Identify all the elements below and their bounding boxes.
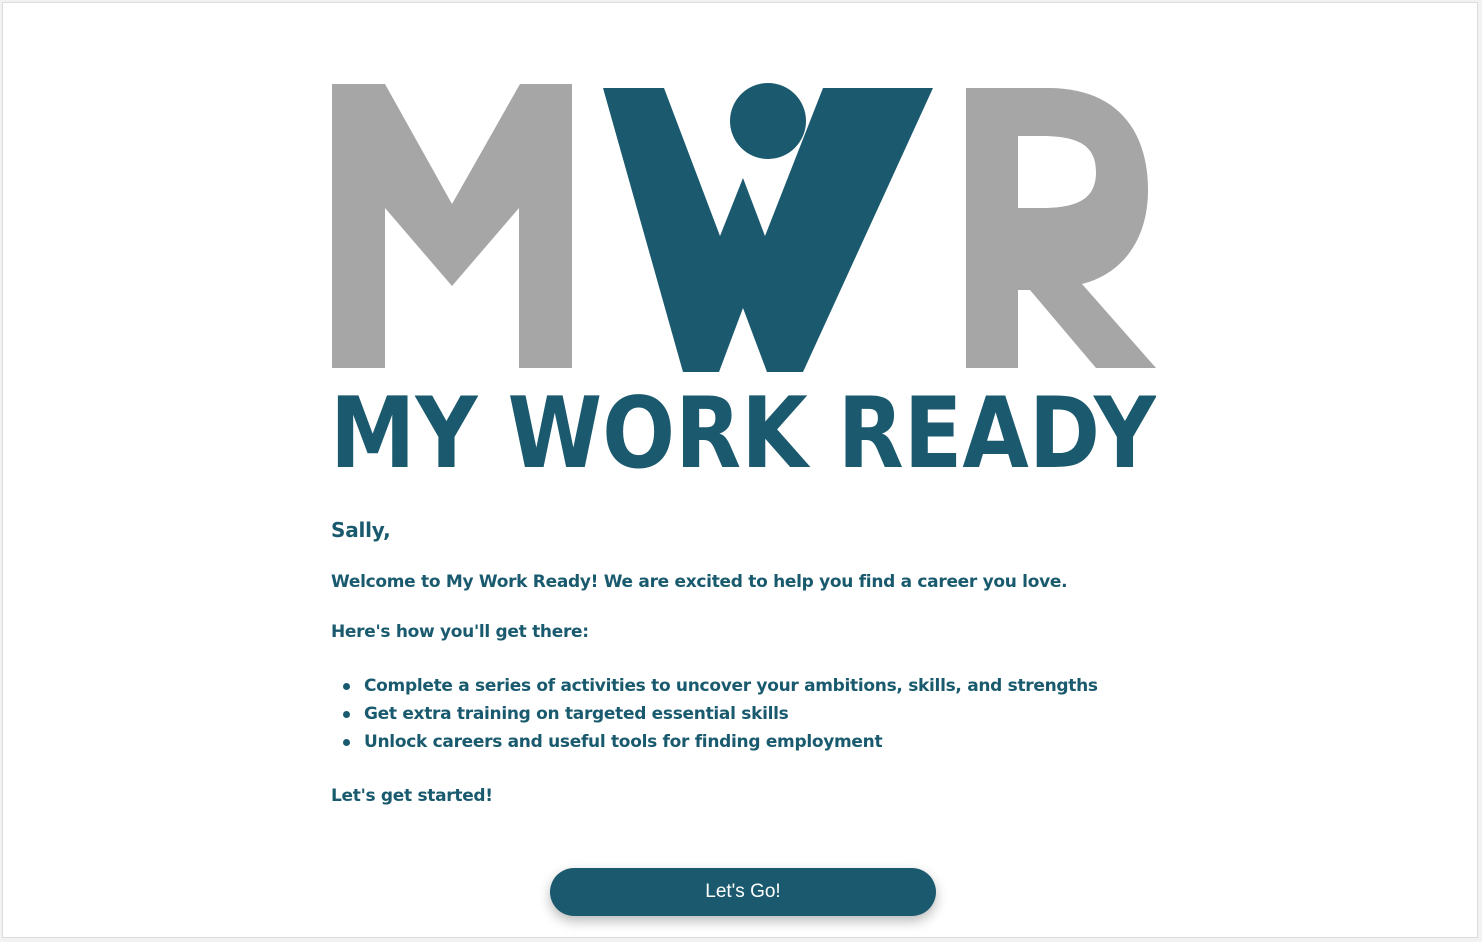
step-text: Complete a series of activities to uncov… bbox=[364, 676, 1098, 696]
step-text: Unlock careers and useful tools for find… bbox=[364, 732, 883, 752]
logo-person-head bbox=[730, 83, 806, 159]
logo-letter-r bbox=[966, 88, 1156, 368]
logo-letter-m bbox=[332, 84, 572, 368]
list-item: Get extra training on targeted essential… bbox=[331, 700, 1151, 728]
welcome-message: Sally, Welcome to My Work Ready! We are … bbox=[331, 518, 1151, 836]
intro-text: Here's how you'll get there: bbox=[331, 622, 589, 642]
bullet-icon bbox=[343, 739, 350, 746]
list-item: Unlock careers and useful tools for find… bbox=[331, 728, 1151, 756]
step-text: Get extra training on targeted essential… bbox=[364, 704, 789, 724]
steps-list: Complete a series of activities to uncov… bbox=[331, 672, 1151, 756]
logo-wordmark-text: MY WORK READY bbox=[330, 390, 1156, 470]
bullet-icon bbox=[343, 683, 350, 690]
greeting-text: Sally, bbox=[331, 518, 391, 542]
bullet-icon bbox=[343, 711, 350, 718]
welcome-text: Welcome to My Work Ready! We are excited… bbox=[331, 572, 1068, 592]
list-item: Complete a series of activities to uncov… bbox=[331, 672, 1151, 700]
closing-text: Let's get started! bbox=[331, 786, 493, 806]
lets-go-button[interactable]: Let's Go! bbox=[550, 868, 936, 916]
mwr-wordmark: MY WORK READY bbox=[330, 390, 1156, 470]
mwr-logo bbox=[332, 83, 1156, 372]
